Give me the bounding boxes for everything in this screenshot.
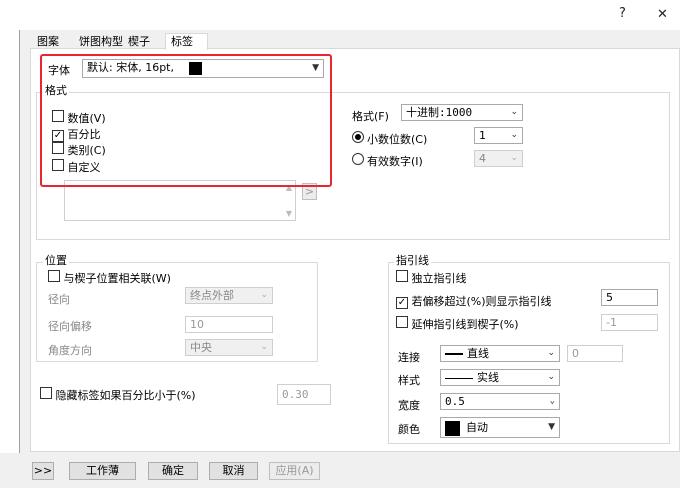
radial-select-value: 终点外部 (190, 289, 234, 302)
chevron-down-icon: ⌄ (549, 396, 555, 406)
style-label: 样式 (398, 374, 420, 387)
connect-extra-input[interactable]: 0 (567, 345, 623, 362)
line-sample-icon (445, 353, 463, 355)
offset-input[interactable]: 10 (185, 316, 273, 333)
title-bar: ? ✕ (0, 0, 680, 30)
sig-radio[interactable] (352, 153, 364, 165)
leader-group-title: 指引线 (394, 254, 431, 267)
decimal-select-value: 1 (479, 129, 486, 142)
chevron-down-icon: ⌄ (260, 290, 268, 300)
width-select[interactable]: 0.5 ⌄ (440, 393, 560, 410)
extend-row[interactable]: 延伸指引线到楔子(%) (396, 316, 519, 332)
highlight-box (40, 54, 332, 187)
color-select-value: 自动 (466, 421, 488, 434)
close-icon[interactable]: ✕ (657, 7, 668, 22)
workbook-button[interactable]: 工作薄 (69, 462, 136, 480)
width-label: 宽度 (398, 399, 420, 412)
hide-label: 隐藏标签如果百分比小于(%) (55, 389, 196, 402)
decimal-radio[interactable] (352, 131, 364, 143)
tab-pattern[interactable]: 图案 (37, 35, 59, 49)
extend-checkbox[interactable] (396, 316, 408, 328)
tab-pie-geometry[interactable]: 饼图构型 (79, 35, 123, 49)
assoc-row[interactable]: 与楔子位置相关联(W) (48, 270, 171, 286)
connect-select-value: 直线 (467, 347, 489, 360)
extend-label: 延伸指引线到楔子(%) (411, 318, 519, 331)
decimal-select[interactable]: 1 ⌄ (474, 127, 523, 144)
cancel-button[interactable]: 取消 (209, 462, 258, 480)
hide-checkbox[interactable] (40, 387, 52, 399)
format-label: 格式(F) (352, 110, 389, 123)
sig-label: 有效数字(I) (367, 155, 423, 168)
extend-input[interactable]: -1 (601, 314, 658, 331)
angle-select[interactable]: 中央 ⌄ (185, 339, 273, 356)
tab-label[interactable]: 标签 (165, 33, 208, 50)
style-select-value: 实线 (477, 371, 499, 384)
offset-leader-checkbox[interactable]: ✓ (396, 297, 408, 309)
chevron-down-icon: ⌄ (510, 153, 518, 163)
offset-leader-label: 若偏移超过(%)则显示指引线 (411, 295, 552, 308)
offset-leader-row[interactable]: ✓ 若偏移超过(%)则显示指引线 (396, 293, 552, 309)
width-select-value: 0.5 (445, 395, 465, 408)
chevron-down-icon: ⌄ (260, 342, 268, 352)
apply-button[interactable]: 应用(A) (269, 462, 320, 480)
format-select[interactable]: 十进制:1000 ⌄ (401, 104, 523, 121)
independent-checkbox[interactable] (396, 270, 408, 282)
chevron-down-icon: ⌄ (547, 348, 555, 358)
offset-leader-input[interactable]: 5 (601, 289, 658, 306)
offset-label: 径向偏移 (48, 320, 92, 333)
hide-input[interactable]: 0.30 (277, 384, 331, 405)
chevron-down-icon: ⌄ (510, 130, 518, 140)
connect-select[interactable]: 直线 ⌄ (440, 345, 560, 362)
assoc-label: 与楔子位置相关联(W) (63, 272, 171, 285)
independent-row[interactable]: 独立指引线 (396, 270, 467, 286)
color-label: 颜色 (398, 423, 420, 436)
independent-label: 独立指引线 (411, 272, 467, 285)
radial-label: 径向 (48, 293, 70, 306)
sig-select[interactable]: 4 ⌄ (474, 150, 523, 167)
scroll-down-icon: ▼ (285, 209, 292, 218)
format-select-value: 十进制:1000 (406, 106, 473, 119)
angle-label: 角度方向 (48, 344, 92, 357)
help-icon[interactable]: ? (619, 6, 626, 21)
left-panel (0, 30, 20, 453)
position-group-title: 位置 (43, 254, 69, 267)
angle-select-value: 中央 (190, 341, 212, 354)
ok-button[interactable]: 确定 (148, 462, 198, 480)
tab-wedge[interactable]: 楔子 (128, 35, 150, 49)
sig-select-value: 4 (479, 152, 486, 165)
connect-label: 连接 (398, 351, 420, 364)
decimal-label: 小数位数(C) (367, 133, 428, 146)
color-select[interactable]: 自动 ▼ (440, 417, 560, 438)
solid-line-icon (445, 377, 473, 379)
color-swatch (445, 420, 460, 436)
style-select[interactable]: 实线 ⌄ (440, 369, 560, 386)
chevron-down-icon: ⌄ (510, 107, 518, 117)
chevron-down-icon: ▼ (548, 422, 555, 432)
hide-row[interactable]: 隐藏标签如果百分比小于(%) (40, 387, 196, 403)
chevron-down-icon: ⌄ (547, 372, 555, 382)
assoc-checkbox[interactable] (48, 270, 60, 282)
expand-button[interactable]: >> (32, 462, 54, 480)
radial-select[interactable]: 终点外部 ⌄ (185, 287, 273, 304)
